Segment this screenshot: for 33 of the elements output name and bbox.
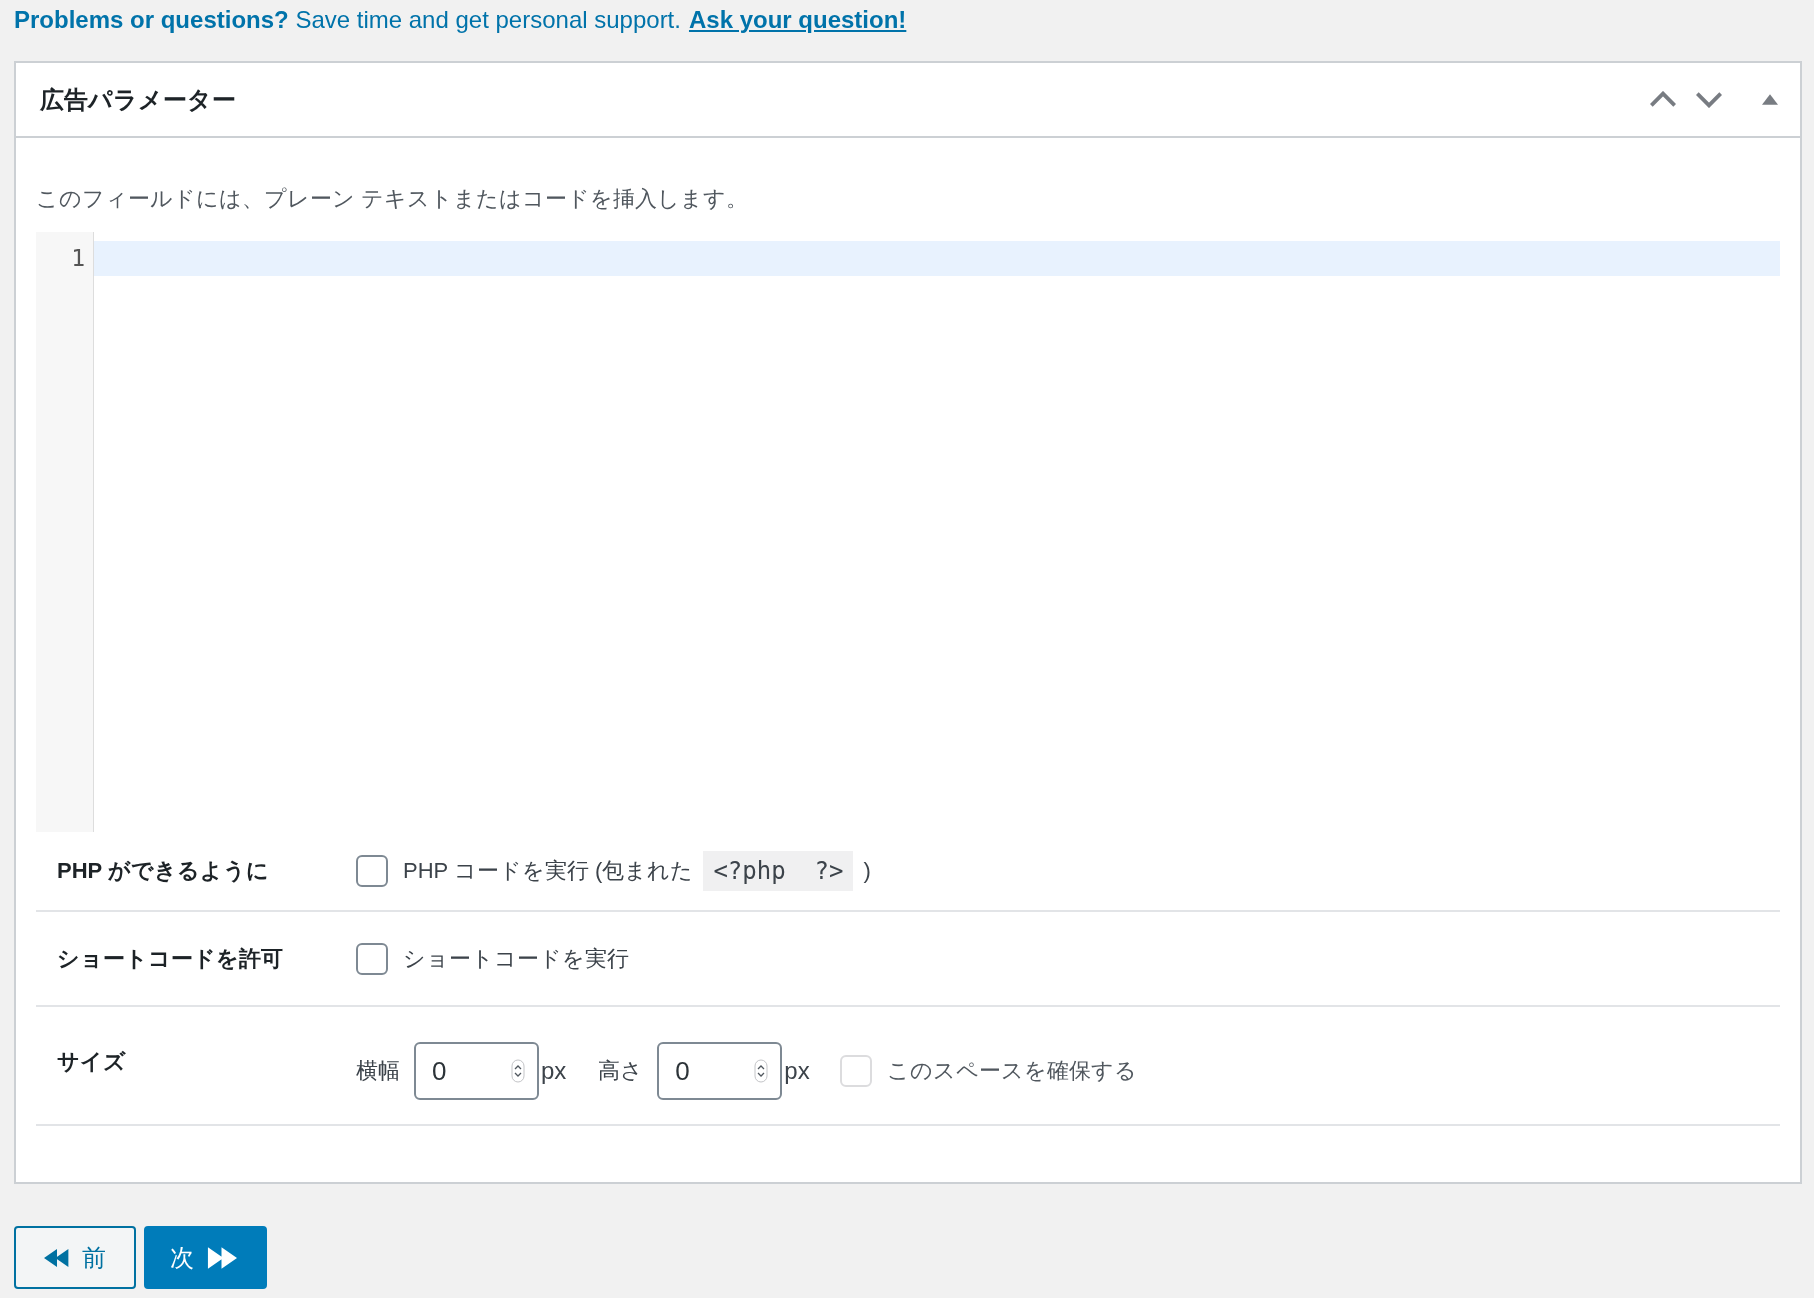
spinner-icon[interactable] — [754, 1059, 769, 1083]
chevron-up-icon — [1650, 91, 1676, 108]
line-number: 1 — [70, 244, 86, 273]
next-button[interactable]: 次 — [144, 1226, 267, 1289]
setting-label: サイズ — [56, 1048, 127, 1076]
option-label: ショートコードを実行 — [403, 944, 629, 973]
chevron-down-icon — [1696, 91, 1722, 108]
previous-button[interactable]: 前 — [14, 1226, 136, 1289]
ask-question-link[interactable]: Ask your question! — [688, 6, 907, 34]
option-label: このスペースを確保する — [886, 1057, 1137, 1085]
closing-parenthesis: ) — [863, 858, 871, 884]
option-label: PHP コードを実行 (包まれた — [403, 857, 694, 885]
setting-label: PHP ができるように — [56, 857, 270, 885]
code-editor[interactable]: 1 — [36, 232, 1780, 832]
number-field[interactable]: 0 — [414, 1042, 539, 1100]
move-down-button[interactable] — [1696, 91, 1722, 108]
dimension-label: 横幅 — [356, 1057, 400, 1085]
unit-label: px — [784, 1057, 810, 1085]
collapse-panel-button[interactable] — [1762, 94, 1778, 105]
spinner-icon[interactable] — [511, 1059, 525, 1083]
number-field[interactable]: 0 — [657, 1042, 783, 1100]
code-snippet: <?php ?> — [703, 851, 854, 891]
checkbox[interactable] — [356, 942, 388, 975]
dimension-label: 高さ — [598, 1057, 644, 1085]
support-notice: Problems or questions? Save time and get personal support. — [14, 6, 681, 34]
unit-label: px — [541, 1057, 567, 1085]
checkbox[interactable] — [356, 855, 388, 887]
panel-title: 広告パラメーター — [40, 84, 237, 115]
triangle-up-icon — [1762, 94, 1778, 105]
move-up-button[interactable] — [1650, 91, 1676, 108]
field-description: このフィールドには、プレーン テキストまたはコードを挿入します。 — [36, 185, 750, 213]
fast-forward-icon — [206, 1245, 237, 1270]
setting-label: ショートコードを許可 — [56, 944, 284, 973]
